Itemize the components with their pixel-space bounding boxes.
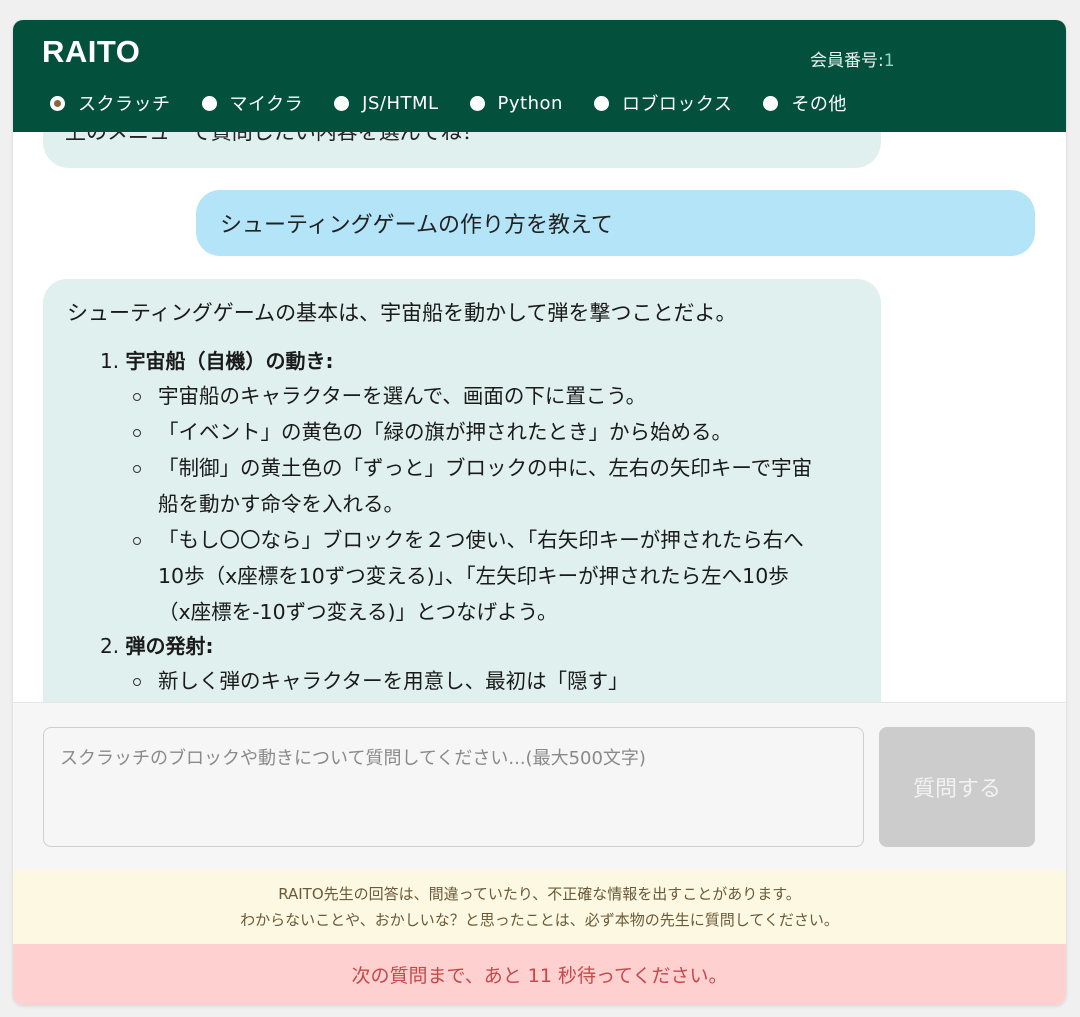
radio-selected-icon[interactable]: [50, 95, 65, 111]
disclaimer-notice: RAITO先生の回答は、間違っていたり、不正確な情報を出すことがあります。 わか…: [13, 870, 1066, 944]
tab-label: その他: [791, 94, 847, 115]
tab-label: JS/HTML: [362, 92, 439, 114]
disclaimer-line: わからないことや、おかしいな？と思ったことは、必ず本物の先生に質問してください。: [240, 911, 839, 929]
cooldown-notice: 次の質問まで、あと 11 秒待ってください。: [13, 944, 1066, 1005]
tab-python[interactable]: Python: [469, 92, 563, 114]
tab-minecraft[interactable]: マイクラ: [201, 90, 304, 116]
language-selector: スクラッチ マイクラ JS/HTML Python ロブロックス その他: [50, 90, 878, 116]
tab-other[interactable]: その他: [763, 90, 847, 116]
tab-label: スクラッチ: [78, 94, 171, 115]
radio-icon[interactable]: [593, 95, 609, 111]
tab-roblox[interactable]: ロブロックス: [593, 90, 733, 116]
user-message: シューティングゲームの作り方を教えて: [196, 190, 1035, 256]
substep-item: 「イベント」の黄色の「緑の旗が押されたとき」から始める。: [130, 414, 820, 450]
bot-message: シューティングゲームの基本は、宇宙船を動かして弾を撃つことだよ。 1. 宇宙船（…: [43, 279, 881, 702]
substep-item: 「もし〇〇なら」ブロックを２つ使い、「右矢印キーが押されたら右へ10歩（x座標を…: [130, 522, 820, 630]
step-substeps: 新しく弾のキャラクターを用意し、最初は「隠す」: [130, 663, 859, 699]
step-substeps: 宇宙船のキャラクターを選んで、画面の下に置こう。 「イベント」の黄色の「緑の旗が…: [130, 378, 859, 630]
tab-label: Python: [497, 92, 563, 114]
chat-log[interactable]: 上のメニューで質問したい内容を選んでね！ シューティングゲームの作り方を教えて …: [13, 132, 1066, 702]
step-item: 2. 弾の発射: 新しく弾のキャラクターを用意し、最初は「隠す」: [100, 630, 859, 699]
step-number: 2.: [100, 634, 120, 658]
tab-js-html[interactable]: JS/HTML: [334, 93, 438, 114]
tab-label: マイクラ: [229, 94, 304, 115]
bot-intro-text: シューティングゲームの基本は、宇宙船を動かして弾を撃つことだよ。: [67, 301, 737, 325]
input-area: 質問する: [13, 702, 1066, 870]
cooldown-text: 次の質問まで、あと 11 秒待ってください。: [351, 965, 728, 987]
member-number-value: 1: [883, 51, 895, 71]
bot-message-text: 上のメニューで質問したい内容を選んでね！: [65, 132, 483, 144]
disclaimer-line: RAITO先生の回答は、間違っていたり、不正確な情報を出すことがあります。: [278, 885, 801, 903]
step-number: 1.: [100, 349, 120, 373]
tab-scratch[interactable]: スクラッチ: [50, 90, 171, 116]
substep-item: 宇宙船のキャラクターを選んで、画面の下に置こう。: [130, 378, 820, 414]
question-input[interactable]: [43, 727, 864, 847]
tab-label: ロブロックス: [621, 94, 733, 115]
substep-item: 新しく弾のキャラクターを用意し、最初は「隠す」: [130, 663, 820, 699]
ask-button[interactable]: 質問する: [879, 727, 1035, 847]
radio-icon[interactable]: [469, 95, 485, 111]
radio-icon[interactable]: [763, 95, 779, 111]
step-title: 弾の発射:: [125, 634, 214, 658]
header-bar: RAITO 会員番号:1 スクラッチ マイクラ JS/HTML Python ロ…: [13, 20, 1066, 132]
step-item: 1. 宇宙船（自機）の動き: 宇宙船のキャラクターを選んで、画面の下に置こう。 …: [100, 345, 859, 630]
member-number-label: 会員番号:: [810, 51, 884, 71]
brand-logo: RAITO: [42, 34, 141, 69]
user-message-text: シューティングゲームの作り方を教えて: [220, 213, 613, 238]
substep-item: 「制御」の黄土色の「ずっと」ブロックの中に、左右の矢印キーで宇宙船を動かす命令を…: [130, 450, 820, 522]
radio-icon[interactable]: [201, 95, 217, 111]
bot-message-previous: 上のメニューで質問したい内容を選んでね！: [43, 132, 881, 168]
app-window: RAITO 会員番号:1 スクラッチ マイクラ JS/HTML Python ロ…: [13, 20, 1066, 1005]
steps-list: 1. 宇宙船（自機）の動き: 宇宙船のキャラクターを選んで、画面の下に置こう。 …: [67, 345, 859, 699]
step-title: 宇宙船（自機）の動き:: [125, 349, 334, 373]
member-number: 会員番号:1: [810, 46, 895, 71]
radio-icon[interactable]: [334, 95, 350, 111]
